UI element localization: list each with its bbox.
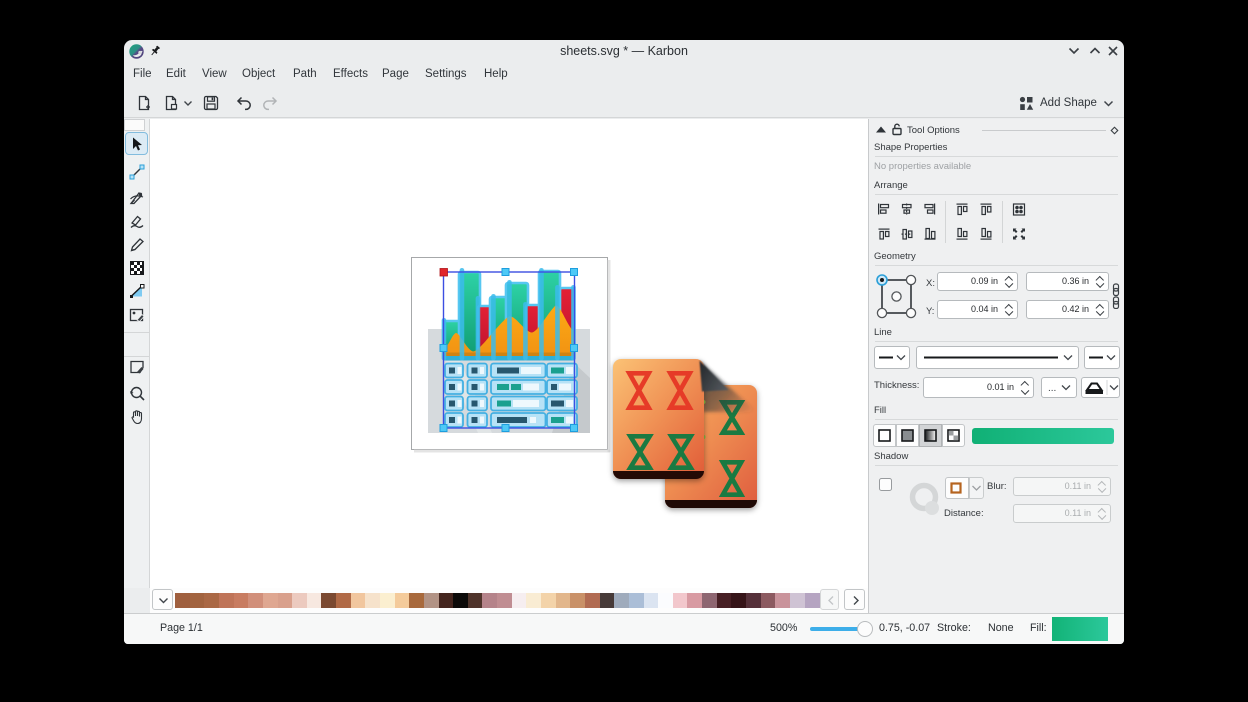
svg-text:...: ... (1048, 383, 1056, 394)
